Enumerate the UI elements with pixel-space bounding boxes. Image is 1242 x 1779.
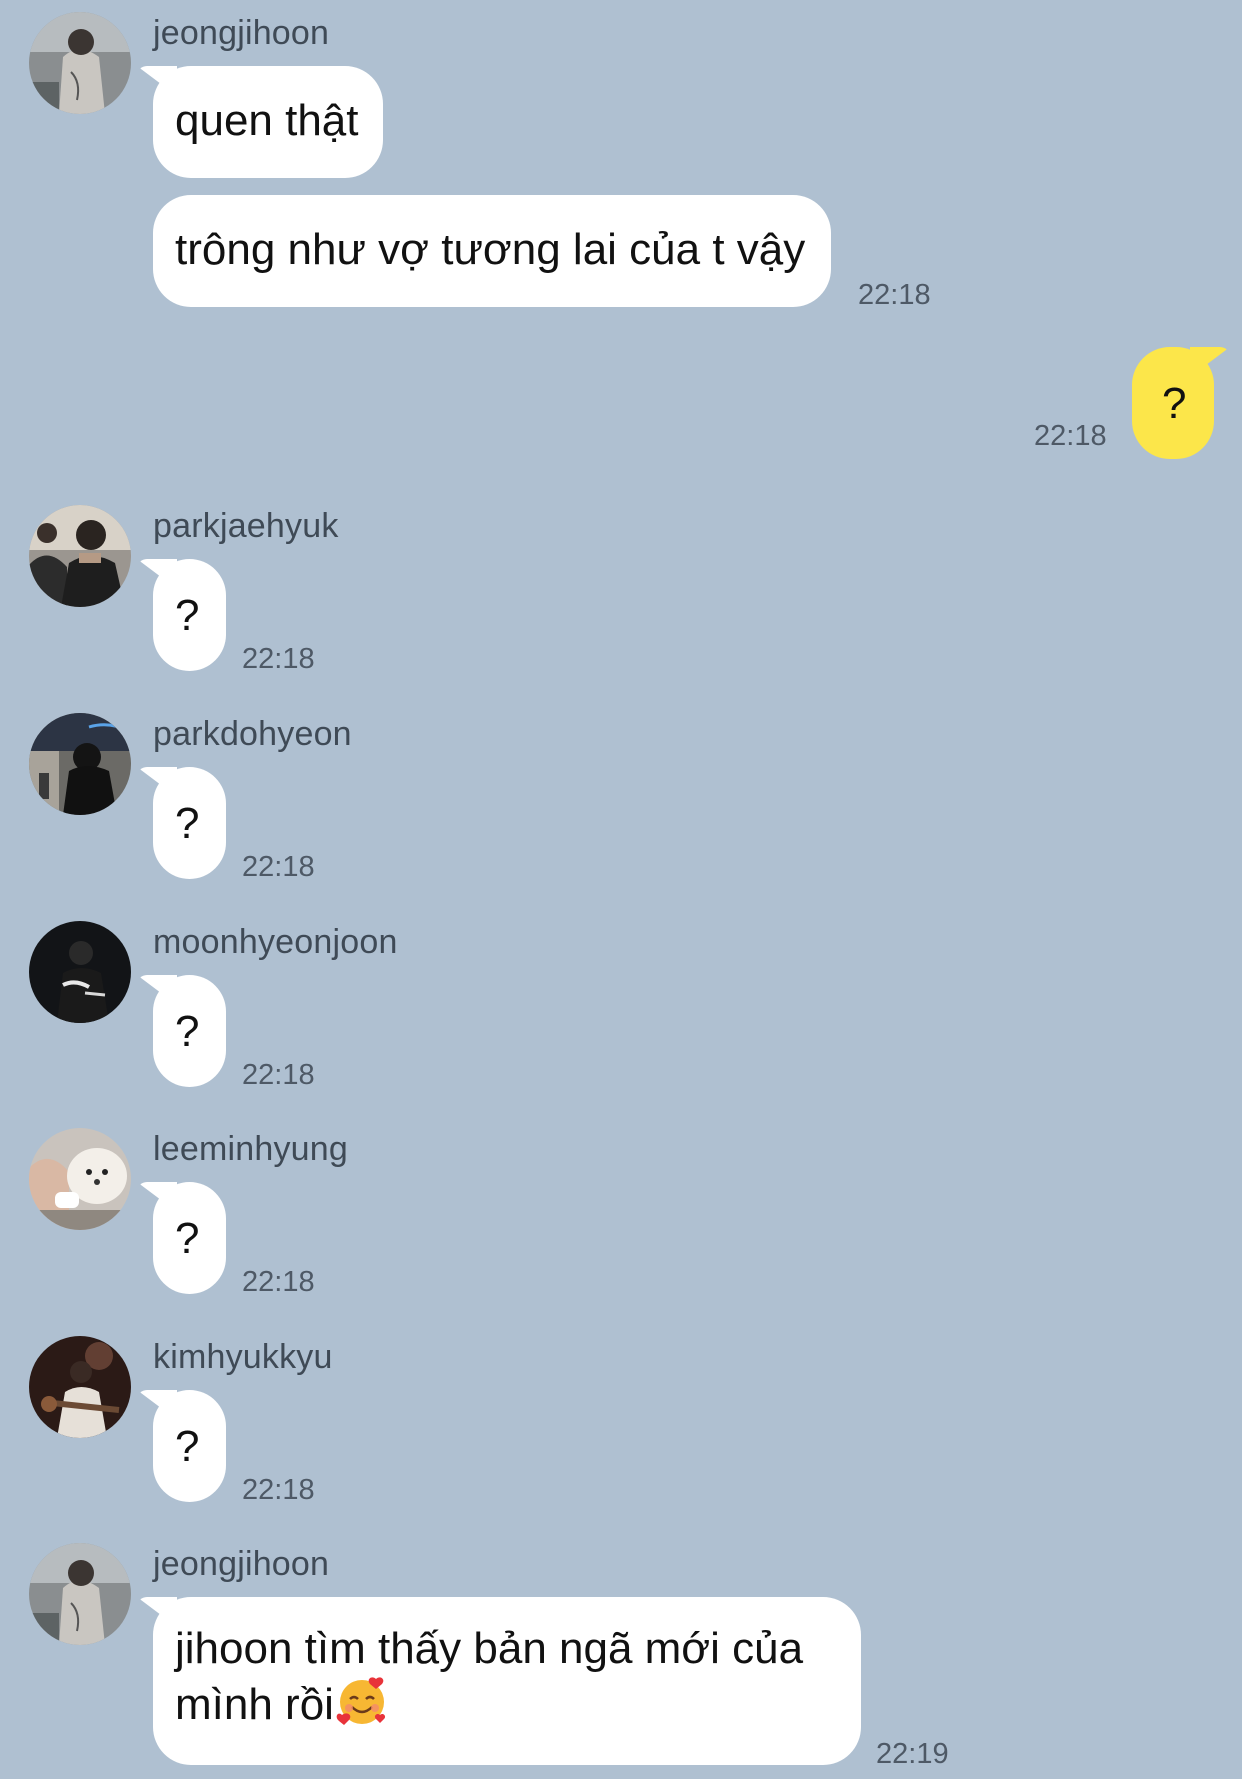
message-text: trông như vợ tương lai của t vậy bbox=[175, 225, 806, 274]
sender-name: jeongjihoon bbox=[153, 14, 330, 52]
message-text: ? bbox=[175, 799, 200, 848]
message-timestamp: 22:18 bbox=[1034, 420, 1107, 452]
message-text: quen thật bbox=[175, 96, 359, 145]
message-text: ? bbox=[175, 591, 200, 640]
message-timestamp: 22:18 bbox=[242, 1059, 315, 1091]
sender-name: kimhyukkyu bbox=[153, 1338, 333, 1376]
sender-name: leeminhyung bbox=[153, 1130, 348, 1168]
message-text: ? bbox=[175, 1214, 200, 1263]
my-message-bubble[interactable]: ? bbox=[1132, 347, 1214, 459]
message-timestamp: 22:18 bbox=[242, 1474, 315, 1506]
avatar-parkjaehyuk[interactable] bbox=[29, 505, 131, 607]
message-bubble[interactable]: ? bbox=[153, 1182, 226, 1294]
message-timestamp: 22:18 bbox=[242, 1266, 315, 1298]
message-bubble[interactable]: trông như vợ tương lai của t vậy bbox=[153, 195, 832, 307]
avatar-leeminhyung[interactable] bbox=[29, 1128, 131, 1230]
sender-name: parkjaehyuk bbox=[153, 507, 339, 545]
sender-name: moonhyeonjoon bbox=[153, 923, 398, 961]
avatar-moonhyeonjoon[interactable] bbox=[29, 921, 131, 1023]
message-text: ? bbox=[175, 1007, 200, 1056]
avatar-kimhyukkyu[interactable] bbox=[29, 1336, 131, 1438]
message-bubble[interactable]: ? bbox=[153, 975, 226, 1087]
message-text: ? bbox=[1162, 379, 1187, 428]
message-bubble[interactable]: quen thật bbox=[153, 66, 383, 178]
avatar-jeongjihoon[interactable] bbox=[29, 1543, 131, 1645]
message-text-line: mình rồi bbox=[175, 1675, 839, 1731]
avatar-parkdohyeon[interactable] bbox=[29, 713, 131, 815]
sender-name: parkdohyeon bbox=[153, 715, 352, 753]
message-timestamp: 22:18 bbox=[242, 643, 315, 675]
chat-window: jeongjihoon quen thật trông như vợ tương… bbox=[0, 0, 1242, 1779]
message-bubble[interactable]: ? bbox=[153, 1390, 226, 1502]
message-bubble[interactable]: ? bbox=[153, 767, 226, 879]
message-text-line: jihoon tìm thấy bản ngã mới của bbox=[175, 1624, 804, 1673]
message-bubble[interactable]: jihoon tìm thấy bản ngã mới của mình rồi bbox=[153, 1597, 861, 1765]
message-timestamp: 22:18 bbox=[242, 851, 315, 883]
message-bubble[interactable]: ? bbox=[153, 559, 226, 671]
message-text: ? bbox=[175, 1422, 200, 1471]
message-timestamp: 22:18 bbox=[858, 279, 931, 311]
message-text: mình rồi bbox=[175, 1680, 334, 1729]
message-timestamp: 22:19 bbox=[876, 1738, 949, 1770]
smiling-face-with-hearts-icon bbox=[336, 1677, 386, 1725]
avatar-jeongjihoon[interactable] bbox=[29, 12, 131, 114]
sender-name: jeongjihoon bbox=[153, 1545, 330, 1583]
